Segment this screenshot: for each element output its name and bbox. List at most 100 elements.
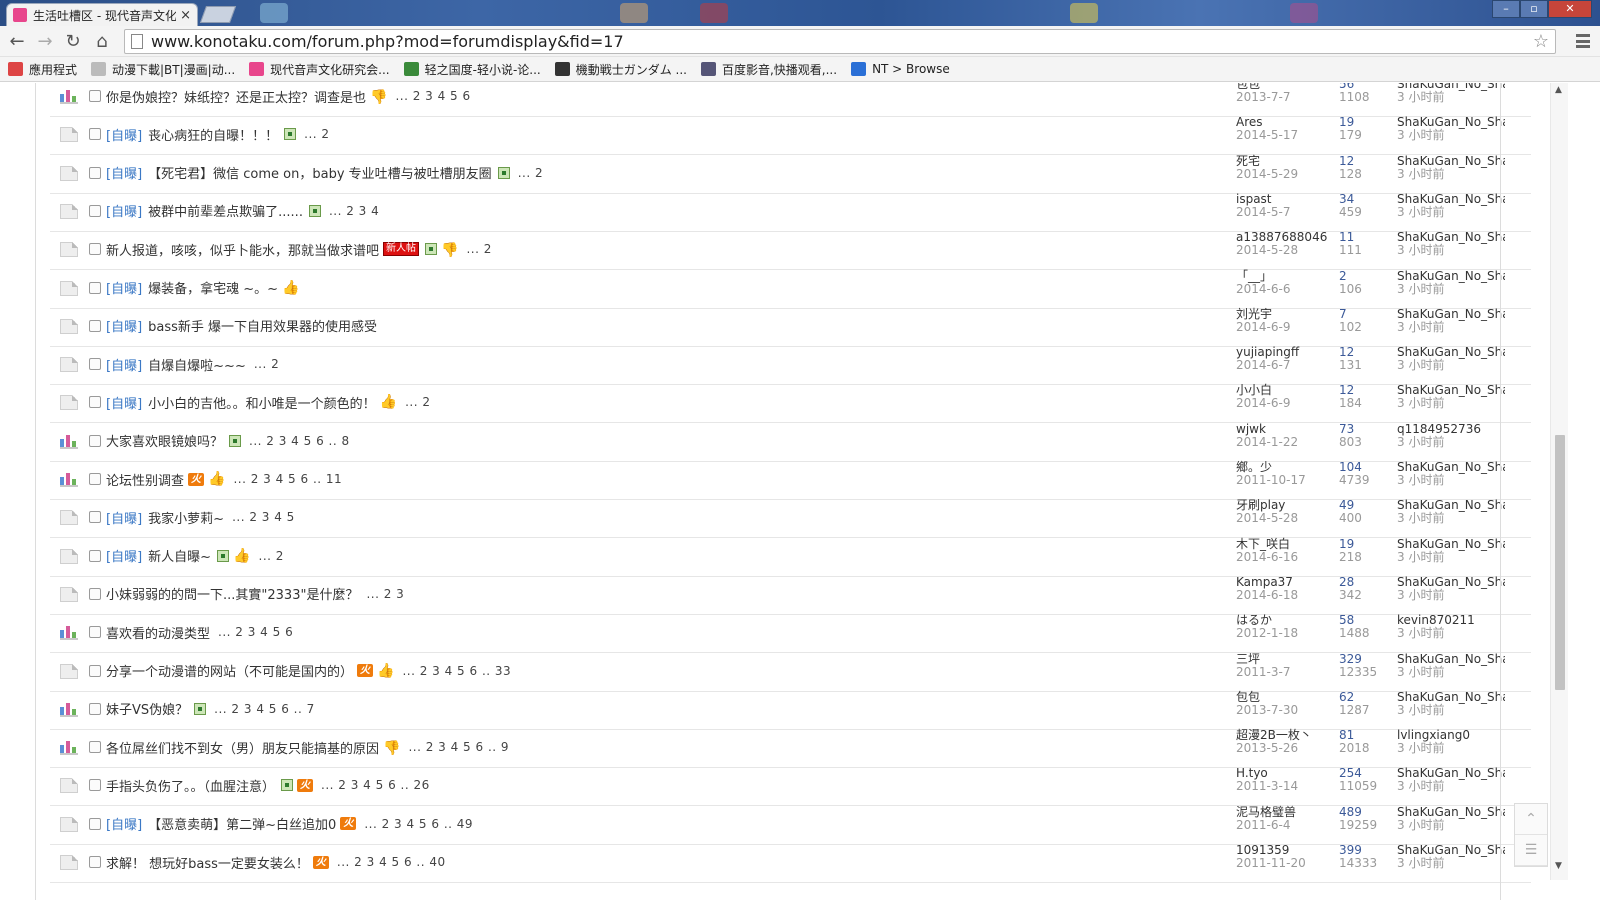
last-post-time[interactable]: 3 小时前 bbox=[1397, 167, 1505, 181]
thread-title-link[interactable]: 小妹弱弱的的問一下...其實"2333"是什麼？ bbox=[106, 584, 358, 603]
thread-page-links[interactable]: ... 2 3 4 5 bbox=[232, 510, 295, 524]
thread-page-links[interactable]: ... 2 3 4 5 6 bbox=[218, 625, 293, 639]
last-post-user[interactable]: ShaKuGan_No_Shana bbox=[1397, 576, 1505, 589]
poll-thread-icon[interactable] bbox=[60, 89, 78, 104]
last-post-time[interactable]: 3 小时前 bbox=[1397, 320, 1505, 334]
thread-document-icon[interactable] bbox=[60, 778, 78, 794]
thread-document-icon[interactable] bbox=[60, 510, 78, 526]
last-post-time[interactable]: 3 小时前 bbox=[1397, 780, 1505, 793]
last-post-time[interactable]: 3 小时前 bbox=[1397, 129, 1505, 142]
reply-count[interactable]: 28 bbox=[1339, 575, 1362, 589]
thread-category-link[interactable]: [自曝] bbox=[106, 278, 142, 297]
reply-count[interactable]: 489 bbox=[1339, 805, 1377, 819]
last-post-time[interactable]: 3 小时前 bbox=[1397, 818, 1505, 832]
author-name[interactable]: 包包 bbox=[1236, 690, 1298, 704]
thread-title-link[interactable]: 爆装备，拿宅魂 ~。~ bbox=[148, 278, 278, 297]
thread-page-links[interactable]: ... 2 3 4 5 6 .. 7 bbox=[214, 702, 315, 716]
scroll-down-icon[interactable]: ▼ bbox=[1555, 861, 1562, 871]
address-bar[interactable]: www.konotaku.com/forum.php?mod=forumdisp… bbox=[124, 29, 1556, 54]
last-post-user[interactable]: ShaKuGan_No_Shana bbox=[1397, 538, 1505, 551]
bookmark-item[interactable]: 现代音声文化研究会... bbox=[249, 61, 390, 78]
thread-checkbox[interactable] bbox=[89, 358, 101, 371]
maximize-button[interactable]: ▫ bbox=[1520, 0, 1548, 18]
thread-document-icon[interactable] bbox=[60, 357, 78, 373]
list-view-icon[interactable]: ☰ bbox=[1515, 835, 1547, 866]
scroll-up-icon[interactable]: ▲ bbox=[1555, 85, 1562, 95]
last-post-time[interactable]: 3 小时前 bbox=[1397, 91, 1505, 104]
poll-thread-icon[interactable] bbox=[60, 472, 78, 487]
thread-document-icon[interactable] bbox=[60, 203, 78, 219]
reply-count[interactable]: 73 bbox=[1339, 422, 1362, 436]
last-post-time[interactable]: 3 小时前 bbox=[1397, 282, 1505, 296]
thread-category-link[interactable]: [自曝] bbox=[106, 163, 142, 182]
thread-category-link[interactable]: [自曝] bbox=[106, 316, 142, 335]
author-name[interactable]: 刘光宇 bbox=[1236, 307, 1290, 321]
thread-category-link[interactable]: [自曝] bbox=[106, 201, 142, 220]
last-post-time[interactable]: 3 小时前 bbox=[1397, 205, 1505, 219]
thread-checkbox[interactable] bbox=[89, 90, 101, 102]
page-scrollbar[interactable]: ▲ ▼ bbox=[1550, 83, 1568, 880]
thread-document-icon[interactable] bbox=[60, 242, 78, 258]
thread-title-link[interactable]: 自爆自爆啦~~~ bbox=[148, 355, 246, 374]
poll-thread-icon[interactable] bbox=[60, 625, 78, 641]
chrome-menu-icon[interactable] bbox=[1576, 34, 1590, 48]
thread-document-icon[interactable] bbox=[60, 855, 78, 870]
reply-count[interactable]: 62 bbox=[1339, 690, 1370, 704]
thread-checkbox[interactable] bbox=[89, 243, 101, 256]
thread-checkbox[interactable] bbox=[89, 166, 101, 179]
reply-count[interactable]: 12 bbox=[1339, 154, 1362, 168]
reply-count[interactable]: 34 bbox=[1339, 192, 1362, 206]
thread-category-link[interactable]: [自曝] bbox=[106, 814, 142, 833]
bookmark-star-icon[interactable]: ☆ bbox=[1533, 31, 1549, 52]
thread-title-link[interactable]: 手指头负伤了。。（血腥注意） bbox=[106, 776, 275, 795]
thread-document-icon[interactable] bbox=[60, 318, 78, 334]
close-tab-icon[interactable]: × bbox=[180, 8, 191, 23]
back-to-top-icon[interactable]: ⌃ bbox=[1515, 804, 1547, 835]
thread-document-icon[interactable] bbox=[60, 165, 78, 181]
close-window-button[interactable]: ✕ bbox=[1548, 0, 1592, 18]
thread-category-link[interactable]: [自曝] bbox=[106, 546, 142, 565]
thread-checkbox[interactable] bbox=[89, 434, 101, 447]
thread-page-links[interactable]: ... 2 3 4 5 6 .. 40 bbox=[337, 855, 446, 869]
thread-title-link[interactable]: 我家小萝莉~ bbox=[148, 508, 224, 527]
poll-thread-icon[interactable] bbox=[60, 702, 78, 717]
author-name[interactable]: 死宅 bbox=[1236, 154, 1298, 168]
last-post-time[interactable]: 3 小时前 bbox=[1397, 512, 1505, 525]
bookmark-item[interactable]: 百度影音,快播观看,... bbox=[700, 61, 837, 78]
back-button[interactable]: ← bbox=[6, 31, 28, 53]
minimize-button[interactable]: – bbox=[1492, 0, 1520, 18]
poll-thread-icon[interactable] bbox=[60, 740, 78, 756]
thread-document-icon[interactable] bbox=[60, 816, 78, 832]
bookmark-item[interactable]: 應用程式 bbox=[8, 61, 77, 78]
thread-document-icon[interactable] bbox=[60, 127, 78, 143]
last-post-time[interactable]: 3 小时前 bbox=[1397, 703, 1505, 717]
reply-count[interactable]: 329 bbox=[1339, 652, 1377, 666]
thread-page-links[interactable]: ... 2 3 4 5 6 bbox=[395, 89, 470, 103]
thread-checkbox[interactable] bbox=[89, 319, 101, 332]
author-name[interactable]: 三坪 bbox=[1236, 652, 1290, 666]
thread-checkbox[interactable] bbox=[89, 702, 101, 715]
thread-category-link[interactable]: [自曝] bbox=[106, 355, 142, 374]
thread-title-link[interactable]: 【恶意卖萌】第二弹~白丝追加0 bbox=[148, 814, 336, 833]
thread-title-link[interactable]: 大家喜欢眼镜娘吗？ bbox=[106, 431, 223, 450]
last-post-time[interactable]: 3 小时前 bbox=[1397, 665, 1505, 679]
thread-checkbox[interactable] bbox=[89, 549, 101, 562]
thread-document-icon[interactable] bbox=[60, 395, 78, 411]
last-post-user[interactable]: ShaKuGan_No_Shana bbox=[1397, 155, 1505, 168]
thread-title-link[interactable]: 新人自曝~ bbox=[148, 546, 211, 565]
thread-category-link[interactable]: [自曝] bbox=[106, 125, 142, 144]
thread-checkbox[interactable] bbox=[89, 281, 101, 294]
last-post-user[interactable]: q1184952736 bbox=[1397, 423, 1505, 436]
thread-checkbox[interactable] bbox=[89, 741, 101, 754]
thread-page-links[interactable]: ... 2 3 4 5 6 .. 49 bbox=[364, 817, 473, 831]
thread-page-links[interactable]: ... 2 3 4 bbox=[329, 204, 379, 218]
url-text[interactable]: www.konotaku.com/forum.php?mod=forumdisp… bbox=[151, 32, 1533, 51]
author-name[interactable]: Kampa37 bbox=[1236, 575, 1298, 589]
thread-category-link[interactable]: [自曝] bbox=[106, 508, 142, 527]
author-name[interactable]: ispast bbox=[1236, 192, 1290, 206]
thread-page-links[interactable]: ... 2 bbox=[466, 242, 491, 256]
last-post-user[interactable]: ShaKuGan_No_Shana bbox=[1397, 270, 1505, 283]
thread-title-link[interactable]: bass新手 爆一下自用效果器的使用感受 bbox=[148, 316, 377, 335]
last-post-user[interactable]: ShaKuGan_No_Shana bbox=[1397, 308, 1505, 321]
thread-checkbox[interactable] bbox=[89, 779, 101, 792]
